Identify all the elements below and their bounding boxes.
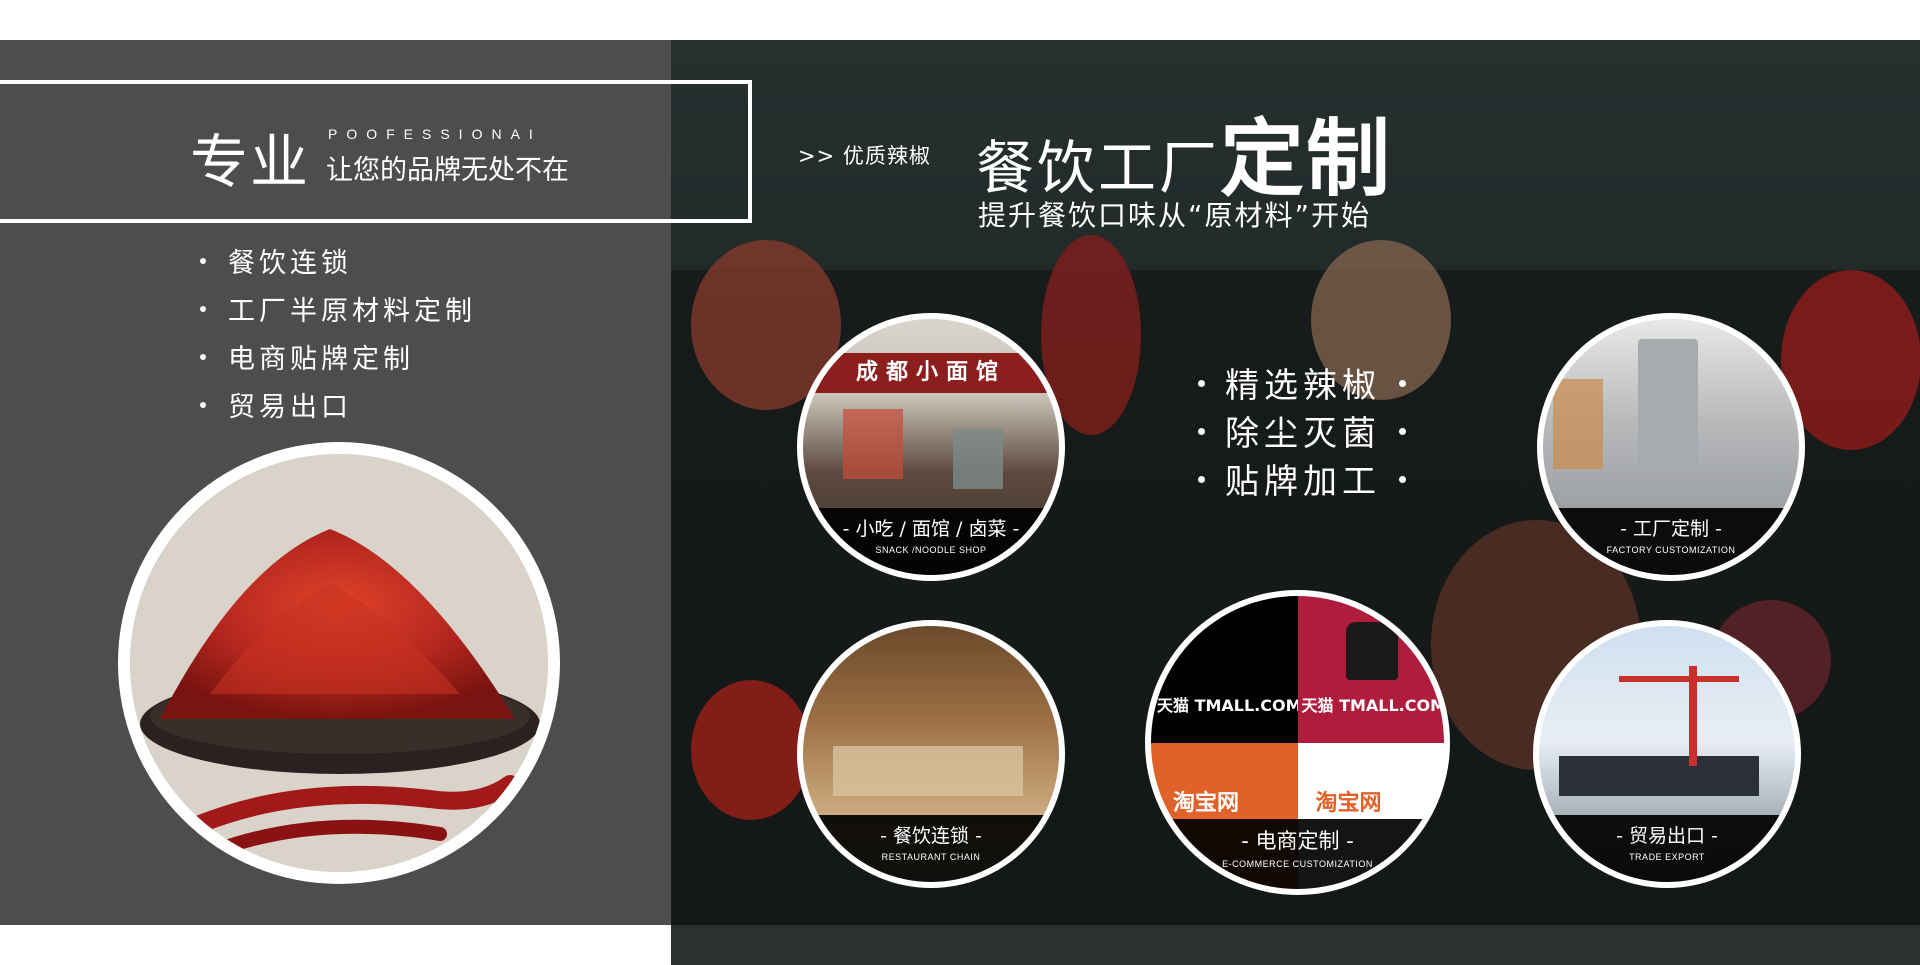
main-subtitle: 提升餐饮口味从“原材料”开始	[978, 199, 1372, 232]
professional-heading-en: POOFESSIONAI	[328, 126, 542, 142]
taobao-logo-text: 淘宝网	[1315, 790, 1382, 816]
restaurant-circle[interactable]: - 餐饮连锁 - RESTAURANT CHAIN	[797, 620, 1065, 888]
trade-circle[interactable]: - 贸易出口 - TRADE EXPORT	[1533, 620, 1801, 888]
tmall-red-tile: 天猫 TMALL.COM	[1297, 596, 1445, 743]
feature-label: 精选辣椒	[1225, 366, 1381, 406]
ecommerce-caption-en: E-COMMERCE CUSTOMIZATION	[1222, 858, 1373, 869]
trade-caption: - 贸易出口 - TRADE EXPORT	[1539, 815, 1795, 882]
service-item: 工厂半原材料定制	[200, 288, 476, 336]
factory-circle[interactable]: - 工厂定制 - FACTORY CUSTOMIZATION	[1537, 313, 1805, 581]
service-label: 电商贴牌定制	[228, 344, 414, 375]
quality-tag: >> 优质辣椒	[798, 144, 931, 168]
bullet-dot-icon	[1399, 428, 1406, 435]
restaurant-caption-en: RESTAURANT CHAIN	[881, 852, 981, 863]
feature-item: 精选辣椒	[1198, 362, 1406, 410]
bullet-dot-icon	[200, 305, 206, 312]
main-title-part1: 餐饮工厂	[976, 134, 1221, 202]
ecommerce-caption-cn: - 电商定制 -	[1241, 828, 1354, 853]
factory-caption: - 工厂定制 - FACTORY CUSTOMIZATION	[1543, 508, 1799, 575]
bullet-dot-icon	[200, 353, 206, 360]
bullet-dot-icon	[200, 401, 206, 408]
service-item: 电商贴牌定制	[200, 336, 476, 384]
tmall-logo-text: 天猫 TMALL.COM	[1157, 696, 1302, 715]
bullet-dot-icon	[1399, 476, 1406, 483]
ecommerce-caption: - 电商定制 - E-COMMERCE CUSTOMIZATION	[1151, 818, 1444, 889]
brand-slogan: 让您的品牌无处不在	[326, 155, 569, 186]
snack-caption-cn: - 小吃 / 面馆 / 卤菜 -	[842, 518, 1020, 541]
feature-label: 贴牌加工	[1225, 462, 1381, 502]
whole-chili-decor	[691, 680, 811, 820]
filling-machine	[1638, 339, 1698, 469]
service-label: 工厂半原材料定制	[228, 296, 476, 327]
feature-label: 除尘灭菌	[1225, 414, 1381, 454]
restaurant-caption-cn: - 餐饮连锁 -	[880, 825, 982, 848]
shop-sign: 成都小面馆	[803, 353, 1059, 393]
bottom-strip	[671, 925, 1920, 965]
restaurant-tables	[833, 746, 1023, 796]
noodle-shop-photo: 成都小面馆 - 小吃 / 面馆 / 卤菜 - SNACK /NOODLE SHO…	[803, 319, 1059, 575]
tmall-cat-icon	[1345, 622, 1398, 680]
bullet-dot-icon	[1198, 476, 1205, 483]
bullet-dot-icon	[200, 257, 206, 264]
feature-item: 除尘灭菌	[1198, 410, 1406, 458]
ecommerce-logos: 天猫 TMALL.COM 天猫 TMALL.COM 淘宝网 淘宝网 - 电商定制…	[1151, 596, 1444, 889]
service-item: 贸易出口	[200, 384, 476, 432]
feature-list: 精选辣椒 除尘灭菌 贴牌加工	[1198, 362, 1406, 506]
factory-caption-cn: - 工厂定制 -	[1620, 518, 1722, 541]
feature-item: 贴牌加工	[1198, 458, 1406, 506]
factory-caption-en: FACTORY CUSTOMIZATION	[1606, 545, 1736, 556]
shop-pots	[953, 429, 1003, 489]
bullet-dot-icon	[1399, 380, 1406, 387]
service-label: 餐饮连锁	[228, 248, 352, 279]
ecommerce-circle[interactable]: 天猫 TMALL.COM 天猫 TMALL.COM 淘宝网 淘宝网 - 电商定制…	[1145, 590, 1450, 895]
bullet-dot-icon	[1198, 380, 1205, 387]
trade-caption-cn: - 贸易出口 -	[1616, 825, 1718, 848]
port-crane-arm	[1619, 676, 1739, 682]
snack-shop-circle[interactable]: 成都小面馆 - 小吃 / 面馆 / 卤菜 - SNACK /NOODLE SHO…	[797, 313, 1065, 581]
chili-flakes-photo	[118, 442, 560, 884]
cargo-ship-photo: - 贸易出口 - TRADE EXPORT	[1539, 626, 1795, 882]
factory-machine-photo: - 工厂定制 - FACTORY CUSTOMIZATION	[1543, 319, 1799, 575]
service-label: 贸易出口	[228, 392, 352, 423]
trade-caption-en: TRADE EXPORT	[1629, 852, 1705, 863]
restaurant-photo: - 餐饮连锁 - RESTAURANT CHAIN	[803, 626, 1059, 882]
snack-caption-en: SNACK /NOODLE SHOP	[875, 545, 987, 556]
tmall-black-tile: 天猫 TMALL.COM	[1151, 596, 1302, 743]
tmall-logo-text: 天猫 TMALL.COM	[1301, 696, 1445, 715]
chili-flakes-image	[130, 454, 548, 872]
snack-caption: - 小吃 / 面馆 / 卤菜 - SNACK /NOODLE SHOP	[803, 508, 1059, 575]
taobao-logo-text: 淘宝网	[1173, 790, 1240, 816]
service-list: 餐饮连锁 工厂半原材料定制 电商贴牌定制 贸易出口	[200, 240, 476, 432]
shop-interior	[843, 409, 903, 479]
restaurant-caption: - 餐饮连锁 - RESTAURANT CHAIN	[803, 815, 1059, 882]
bullet-dot-icon	[1198, 428, 1205, 435]
packaging-roll	[1553, 379, 1603, 469]
service-item: 餐饮连锁	[200, 240, 476, 288]
professional-heading: 专业	[190, 128, 311, 196]
cargo-ship	[1559, 756, 1759, 796]
